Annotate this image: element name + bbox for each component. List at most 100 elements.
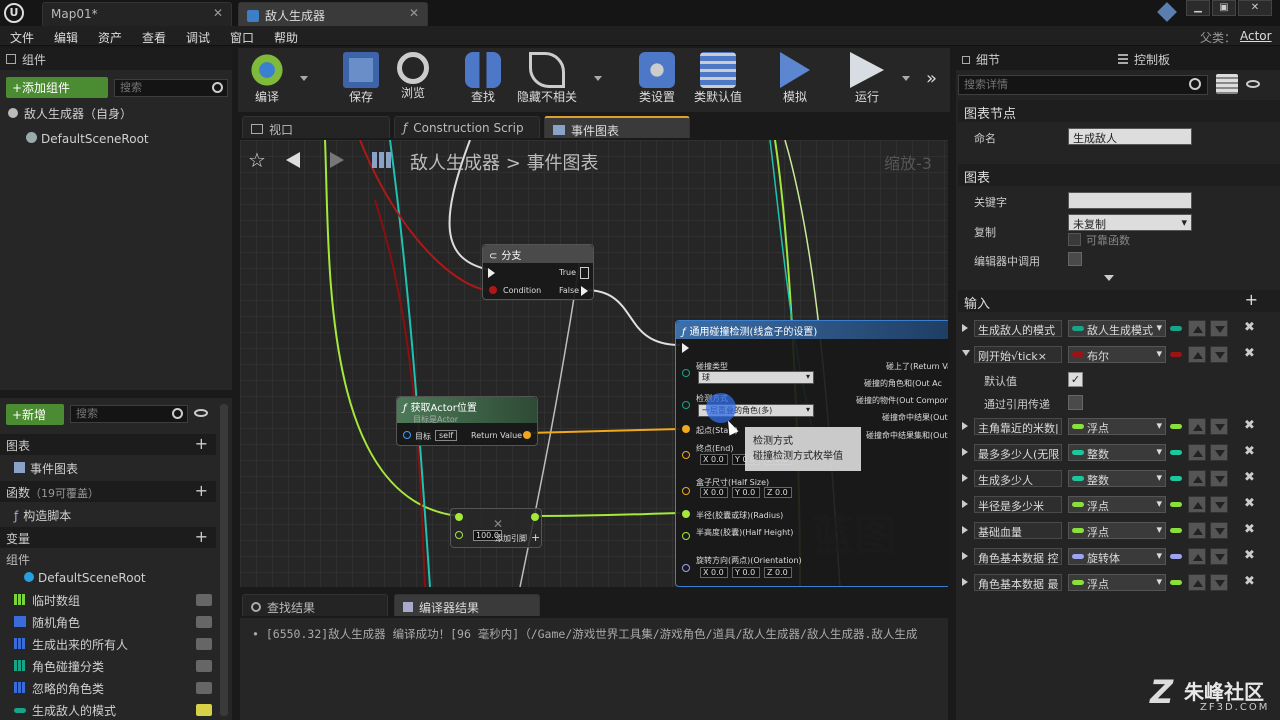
- expand-arrow-icon[interactable]: [962, 552, 968, 560]
- toolbar-more-icon[interactable]: »: [926, 68, 937, 89]
- expand-arrow-icon[interactable]: [962, 324, 968, 332]
- view-options-icon[interactable]: [1246, 80, 1260, 88]
- start-pin[interactable]: [682, 425, 690, 433]
- move-up-button[interactable]: [1188, 418, 1206, 435]
- end-pin[interactable]: [682, 451, 690, 459]
- tab-construction-script[interactable]: ƒ Construction Scrip: [394, 116, 540, 138]
- pass-by-ref-checkbox[interactable]: [1068, 395, 1083, 410]
- input-type-dropdown[interactable]: 浮点 ▾: [1068, 574, 1166, 591]
- half-size-y-field[interactable]: Y 0.0: [732, 487, 760, 498]
- input-name-field[interactable]: 生成敌人的模式: [974, 320, 1062, 337]
- functions-section[interactable]: 函数（19可覆盖） +: [0, 481, 216, 502]
- target-pin[interactable]: [403, 431, 411, 439]
- expand-advanced-icon[interactable]: [1104, 275, 1114, 281]
- add-input-a-pin[interactable]: [455, 513, 463, 521]
- menu-view[interactable]: 查看: [142, 29, 166, 46]
- visibility-toggle[interactable]: [196, 682, 212, 694]
- var-spawned-all[interactable]: 生成出来的所有人: [14, 636, 128, 653]
- keyword-input[interactable]: [1068, 192, 1192, 209]
- visibility-eye-icon[interactable]: [196, 704, 212, 716]
- browse-button[interactable]: 浏览: [386, 52, 440, 101]
- class-settings-button[interactable]: 类设置: [630, 52, 684, 105]
- add-function-icon[interactable]: +: [195, 481, 208, 500]
- panel-scrollbar[interactable]: [220, 404, 228, 716]
- hide-unrelated-button[interactable]: 隐藏不相关: [514, 52, 580, 105]
- var-collision-class[interactable]: 角色碰撞分类: [14, 658, 104, 675]
- branch-node[interactable]: ⊂ 分支 True Condition False: [482, 244, 594, 300]
- tab-blueprint[interactable]: 敌人生成器 ✕: [238, 2, 428, 26]
- coll-type-pin[interactable]: [682, 369, 690, 377]
- remove-input-icon[interactable]: ✖: [1244, 574, 1255, 589]
- tab-event-graph[interactable]: 事件图表: [544, 116, 690, 138]
- visibility-toggle[interactable]: [196, 594, 212, 606]
- orientation-pin[interactable]: [682, 564, 690, 572]
- simulate-button[interactable]: 模拟: [768, 52, 822, 105]
- move-down-button[interactable]: [1210, 496, 1228, 513]
- back-arrow-icon[interactable]: [286, 152, 300, 168]
- remove-input-icon[interactable]: ✖: [1244, 320, 1255, 335]
- move-up-button[interactable]: [1188, 470, 1206, 487]
- tab-viewport[interactable]: 视口: [242, 116, 390, 138]
- expand-arrow-icon[interactable]: [962, 578, 968, 586]
- menu-window[interactable]: 窗口: [230, 29, 254, 46]
- construction-script-item[interactable]: ƒ 构造脚本: [14, 507, 71, 524]
- expand-arrow-icon[interactable]: [962, 474, 968, 482]
- orientation-x-field[interactable]: X 0.0: [700, 567, 728, 578]
- class-defaults-button[interactable]: 类默认值: [690, 52, 746, 105]
- var-default-scene-root[interactable]: DefaultSceneRoot: [24, 571, 146, 585]
- graph-section[interactable]: 图表: [958, 164, 1280, 186]
- tab-map01[interactable]: Map01* ✕: [42, 2, 232, 26]
- remove-input-icon[interactable]: ✖: [1244, 444, 1255, 459]
- remove-input-icon[interactable]: ✖: [1244, 548, 1255, 563]
- graph-node-section[interactable]: 图表节点: [958, 100, 1280, 122]
- add-output-pin[interactable]: [531, 513, 539, 521]
- remove-input-icon[interactable]: ✖: [1244, 418, 1255, 433]
- menu-edit[interactable]: 编辑: [54, 29, 78, 46]
- move-up-button[interactable]: [1188, 496, 1206, 513]
- input-type-dropdown[interactable]: 敌人生成模式 ▾: [1068, 320, 1166, 337]
- get-actor-location-node[interactable]: ƒ 获取Actor位置 目标是Actor 目标 self Return Value: [396, 396, 538, 446]
- true-exec-pin[interactable]: [580, 267, 589, 279]
- compile-dropdown-icon[interactable]: [300, 76, 308, 81]
- default-scene-root-item[interactable]: DefaultSceneRoot: [26, 132, 149, 146]
- add-graph-icon[interactable]: +: [195, 434, 208, 453]
- close-icon[interactable]: ✕: [409, 6, 419, 20]
- input-type-dropdown[interactable]: 整数 ▾: [1068, 444, 1166, 461]
- hide-dropdown-icon[interactable]: [594, 76, 602, 81]
- move-up-button[interactable]: [1188, 574, 1206, 591]
- input-type-dropdown[interactable]: 整数 ▾: [1068, 470, 1166, 487]
- input-name-field[interactable]: 刚开始√tick×: [974, 346, 1062, 363]
- remove-input-icon[interactable]: ✖: [1244, 522, 1255, 537]
- var-temp-array[interactable]: 临时数组: [14, 592, 80, 609]
- save-button[interactable]: 保存: [334, 52, 388, 105]
- menu-help[interactable]: 帮助: [274, 29, 298, 46]
- breadcrumb-root[interactable]: 敌人生成器: [410, 153, 500, 174]
- false-exec-pin[interactable]: [581, 286, 588, 296]
- default-value-checkbox[interactable]: ✓: [1068, 372, 1083, 387]
- input-name-field[interactable]: 生成多少人: [974, 470, 1062, 487]
- trace-exec-in-pin[interactable]: [682, 343, 689, 353]
- condition-pin[interactable]: [489, 286, 497, 294]
- move-down-button[interactable]: [1210, 418, 1228, 435]
- components-search-input[interactable]: [114, 79, 228, 97]
- input-type-dropdown[interactable]: 浮点 ▾: [1068, 496, 1166, 513]
- half-height-pin[interactable]: [682, 532, 690, 540]
- blueprint-search-input[interactable]: [70, 405, 188, 423]
- components-group[interactable]: 组件: [6, 551, 30, 568]
- minimize-button[interactable]: ▁: [1186, 0, 1210, 16]
- input-type-dropdown[interactable]: 浮点 ▾: [1068, 418, 1166, 435]
- input-name-field[interactable]: 主角靠近的米数|: [974, 418, 1062, 435]
- var-ignored-class[interactable]: 忽略的角色类: [14, 680, 104, 697]
- close-icon[interactable]: ✕: [213, 6, 223, 20]
- add-pin-icon[interactable]: +: [531, 531, 540, 544]
- visibility-toggle[interactable]: [196, 660, 212, 672]
- menu-asset[interactable]: 资产: [98, 29, 122, 46]
- add-variable-icon[interactable]: +: [195, 527, 208, 546]
- add-float-node[interactable]: 100.0 添加引脚 + ✕: [450, 508, 542, 548]
- input-name-field[interactable]: 最多多少人(无限: [974, 444, 1062, 461]
- graphs-section[interactable]: 图表 +: [0, 434, 216, 455]
- reliable-checkbox[interactable]: [1068, 233, 1081, 246]
- move-down-button[interactable]: [1210, 444, 1228, 461]
- radius-pin[interactable]: [682, 510, 690, 518]
- expand-arrow-icon[interactable]: [962, 448, 968, 456]
